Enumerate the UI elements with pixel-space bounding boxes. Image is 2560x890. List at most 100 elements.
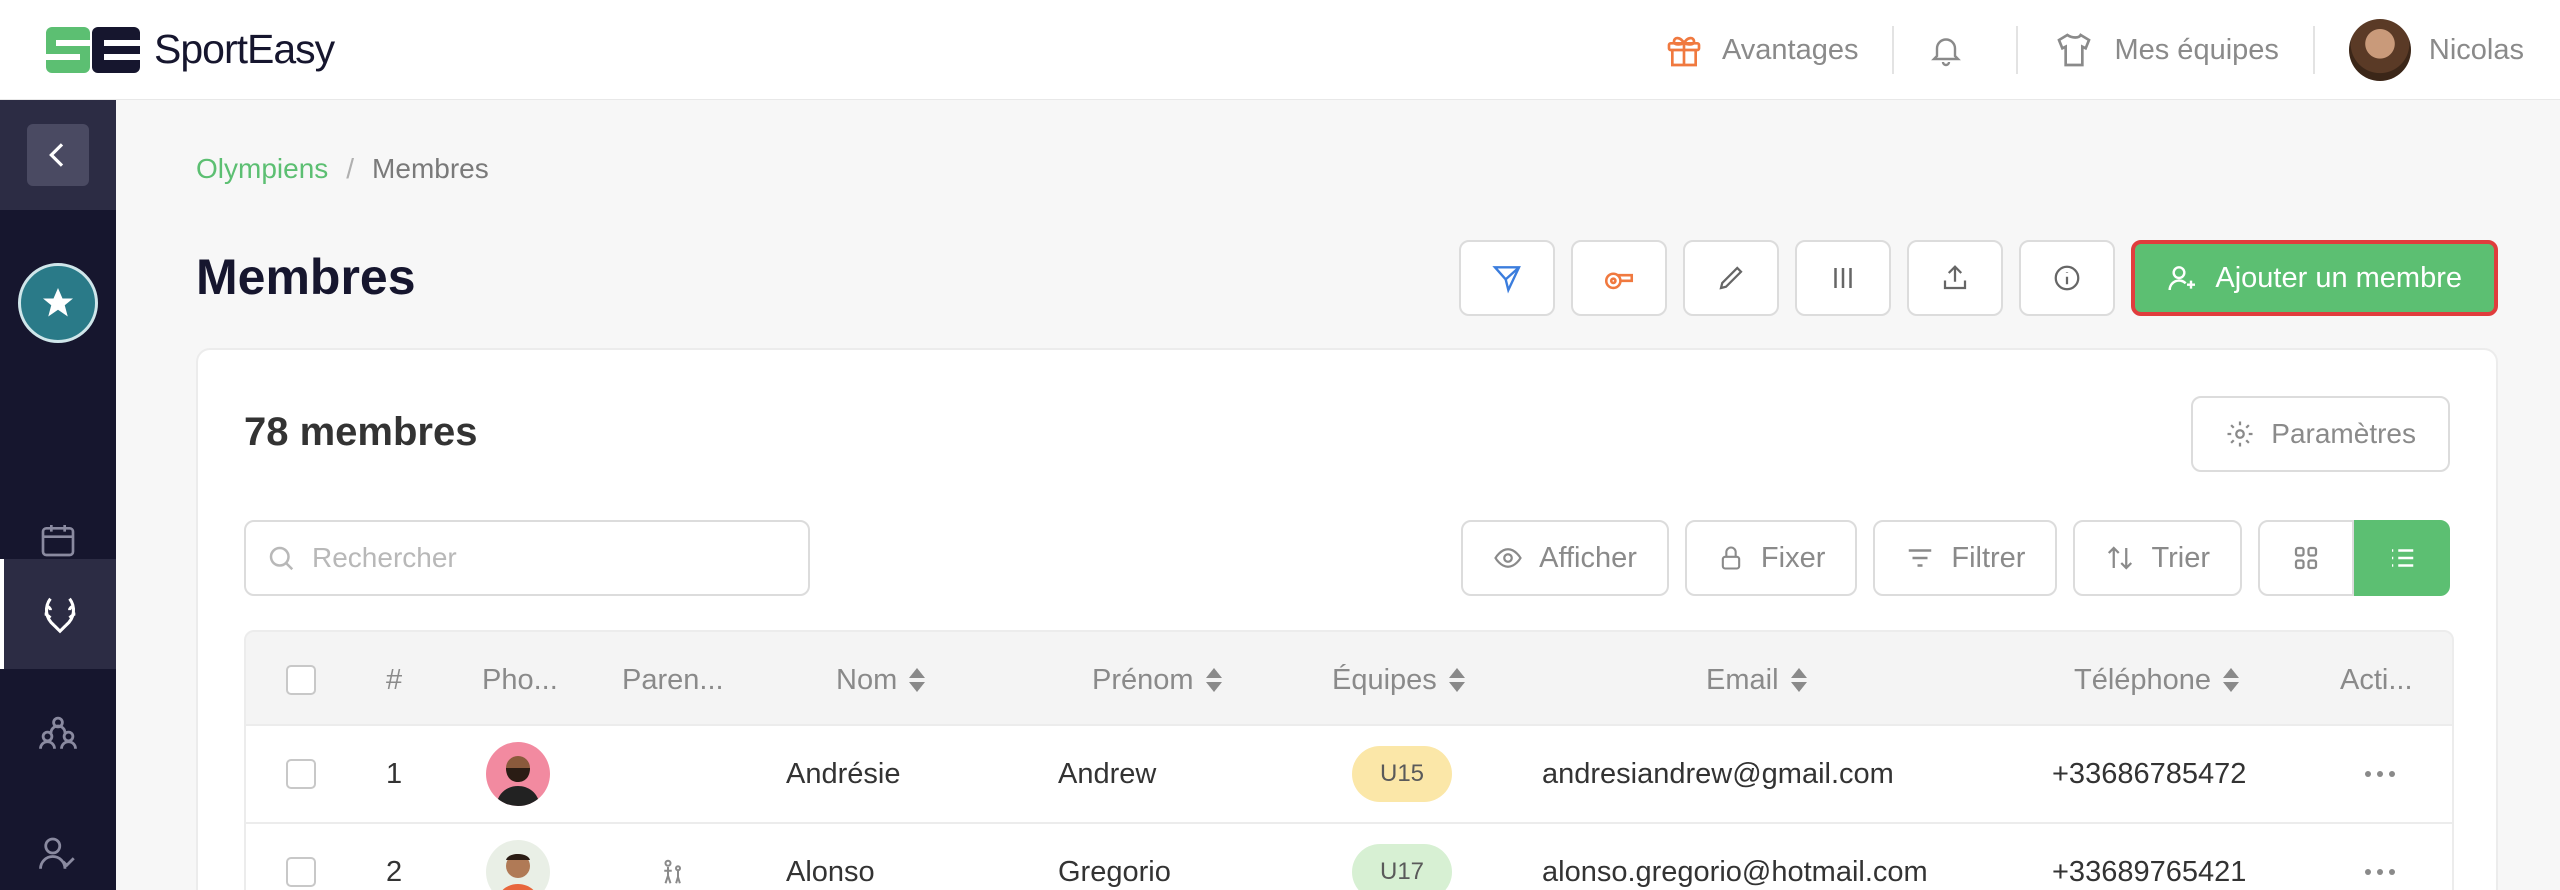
user-avatar xyxy=(2348,19,2411,81)
sort-icon xyxy=(1448,668,1465,692)
info-button[interactable] xyxy=(2019,240,2116,316)
member-photo[interactable] xyxy=(486,742,550,806)
columns-icon xyxy=(1834,268,1853,288)
row-checkbox[interactable] xyxy=(286,759,316,789)
table-row[interactable]: 2 Alonso Gregorio U17 alonso.gregorio@ho… xyxy=(244,824,2454,890)
col-parents: Paren... xyxy=(622,663,724,696)
upload-icon xyxy=(1944,265,1967,290)
col-last-name[interactable]: Nom xyxy=(836,632,926,728)
page-toolbar: Ajouter un membre xyxy=(1459,240,2498,316)
avatar xyxy=(486,840,550,890)
edit-button[interactable] xyxy=(1683,240,1780,316)
more-icon xyxy=(2362,869,2398,875)
list-icon xyxy=(2392,549,2414,567)
col-email[interactable]: Email xyxy=(1706,632,1807,728)
top-bar: SportEasy Avantages Mes équipes Nicolas xyxy=(0,0,2560,100)
select-all-checkbox[interactable] xyxy=(286,665,316,695)
settings-button[interactable]: Paramètres xyxy=(2191,396,2450,472)
more-icon xyxy=(2362,771,2398,777)
gift-icon xyxy=(1667,36,1701,67)
breadcrumb-current: Membres xyxy=(372,153,489,184)
filter-label: Filtrer xyxy=(1951,541,2026,574)
star-icon xyxy=(43,288,73,317)
advantages-link[interactable]: Avantages xyxy=(1664,30,1859,70)
row-email: alonso.gregorio@hotmail.com xyxy=(1542,855,1928,888)
col-first-name-label: Prénom xyxy=(1092,663,1194,696)
search-box[interactable] xyxy=(244,520,810,596)
team-badge[interactable]: U15 xyxy=(1352,746,1453,802)
sidebar-item-trophies[interactable] xyxy=(0,559,116,669)
send-message-button[interactable] xyxy=(1459,240,1556,316)
col-photo: Pho... xyxy=(482,663,558,696)
breadcrumb-club-link[interactable]: Olympiens xyxy=(196,153,328,185)
row-photo-cell xyxy=(486,726,550,822)
search-input[interactable] xyxy=(312,542,792,574)
group-icon xyxy=(39,716,77,749)
laurel-icon xyxy=(44,597,76,634)
add-member-button[interactable]: Ajouter un membre xyxy=(2131,240,2498,316)
row-actions-button[interactable] xyxy=(2362,824,2398,890)
pin-button[interactable]: Fixer xyxy=(1684,520,1858,596)
chevron-left-icon xyxy=(49,143,64,167)
calendar-icon xyxy=(41,525,75,557)
jersey-icon xyxy=(2057,33,2092,67)
sporteasy-logo[interactable]: SportEasy xyxy=(46,26,335,73)
export-button[interactable] xyxy=(1907,240,2004,316)
row-parents-cell xyxy=(658,824,688,890)
row-checkbox[interactable] xyxy=(286,857,316,887)
col-phone[interactable]: Téléphone xyxy=(2074,632,2240,728)
back-button[interactable] xyxy=(27,124,89,186)
filter-button[interactable]: Filtrer xyxy=(1873,520,2058,596)
club-logo[interactable] xyxy=(18,263,98,343)
sidebar-back-area xyxy=(0,100,116,210)
page-title: Membres xyxy=(196,249,416,305)
row-first-name: Andrew xyxy=(1058,757,1157,790)
paper-plane-icon xyxy=(1492,266,1522,294)
row-select-cell xyxy=(286,824,316,890)
col-email-label: Email xyxy=(1706,663,1779,696)
members-count: 78 membres xyxy=(244,410,478,454)
add-member-label: Ajouter un membre xyxy=(2215,261,2462,294)
logo-text: SportEasy xyxy=(154,26,335,72)
advantages-label: Avantages xyxy=(1721,33,1859,66)
member-photo[interactable] xyxy=(486,840,550,890)
user-menu[interactable]: Nicolas xyxy=(2348,19,2524,81)
row-photo-cell xyxy=(486,824,550,890)
parent-child-icon[interactable] xyxy=(658,857,688,887)
col-teams[interactable]: Équipes xyxy=(1332,632,1465,728)
my-teams-link[interactable]: Mes équipes xyxy=(2052,30,2279,70)
user-plus-icon xyxy=(2168,266,2196,291)
sidebar-item-teams[interactable] xyxy=(0,678,116,788)
row-last-name: Andrésie xyxy=(786,757,901,790)
columns-button[interactable] xyxy=(1795,240,1892,316)
row-last-name: Alonso xyxy=(786,855,875,888)
breadcrumb-separator: / xyxy=(346,153,355,184)
sort-icon xyxy=(1205,668,1222,692)
sort-button[interactable]: Trier xyxy=(2073,520,2242,596)
members-card: 78 membres Paramètres Afficher Fixer Fil… xyxy=(196,348,2498,890)
grid-view-button[interactable] xyxy=(2258,520,2354,596)
list-controls: Afficher Fixer Filtrer Trier xyxy=(1445,520,2450,596)
table-row[interactable]: 1 Andrésie Andrew U15 andresiandrew@gmai… xyxy=(244,726,2454,824)
col-phone-label: Téléphone xyxy=(2074,663,2212,696)
show-button[interactable]: Afficher xyxy=(1461,520,1669,596)
nav-divider xyxy=(2312,26,2315,74)
col-first-name[interactable]: Prénom xyxy=(1092,632,1222,728)
breadcrumb: Olympiens / Membres xyxy=(196,153,489,185)
col-actions: Acti... xyxy=(2340,663,2413,696)
list-view-button[interactable] xyxy=(2354,520,2450,596)
lock-icon xyxy=(1721,546,1741,570)
sidebar xyxy=(0,100,116,890)
row-actions-button[interactable] xyxy=(2362,726,2398,822)
sidebar-item-members[interactable] xyxy=(0,798,116,890)
sort-label: Trier xyxy=(2151,541,2210,574)
table-header: # Pho... Paren... Nom Prénom Équipes Ema… xyxy=(244,630,2454,726)
team-badge[interactable]: U17 xyxy=(1352,844,1453,890)
notifications-button[interactable] xyxy=(1928,30,1982,70)
sort-icon xyxy=(1790,668,1807,692)
info-icon xyxy=(2055,265,2080,291)
nav-divider xyxy=(1892,26,1895,74)
row-num: 2 xyxy=(386,855,403,888)
avatar xyxy=(486,742,550,806)
whistle-button[interactable] xyxy=(1571,240,1668,316)
